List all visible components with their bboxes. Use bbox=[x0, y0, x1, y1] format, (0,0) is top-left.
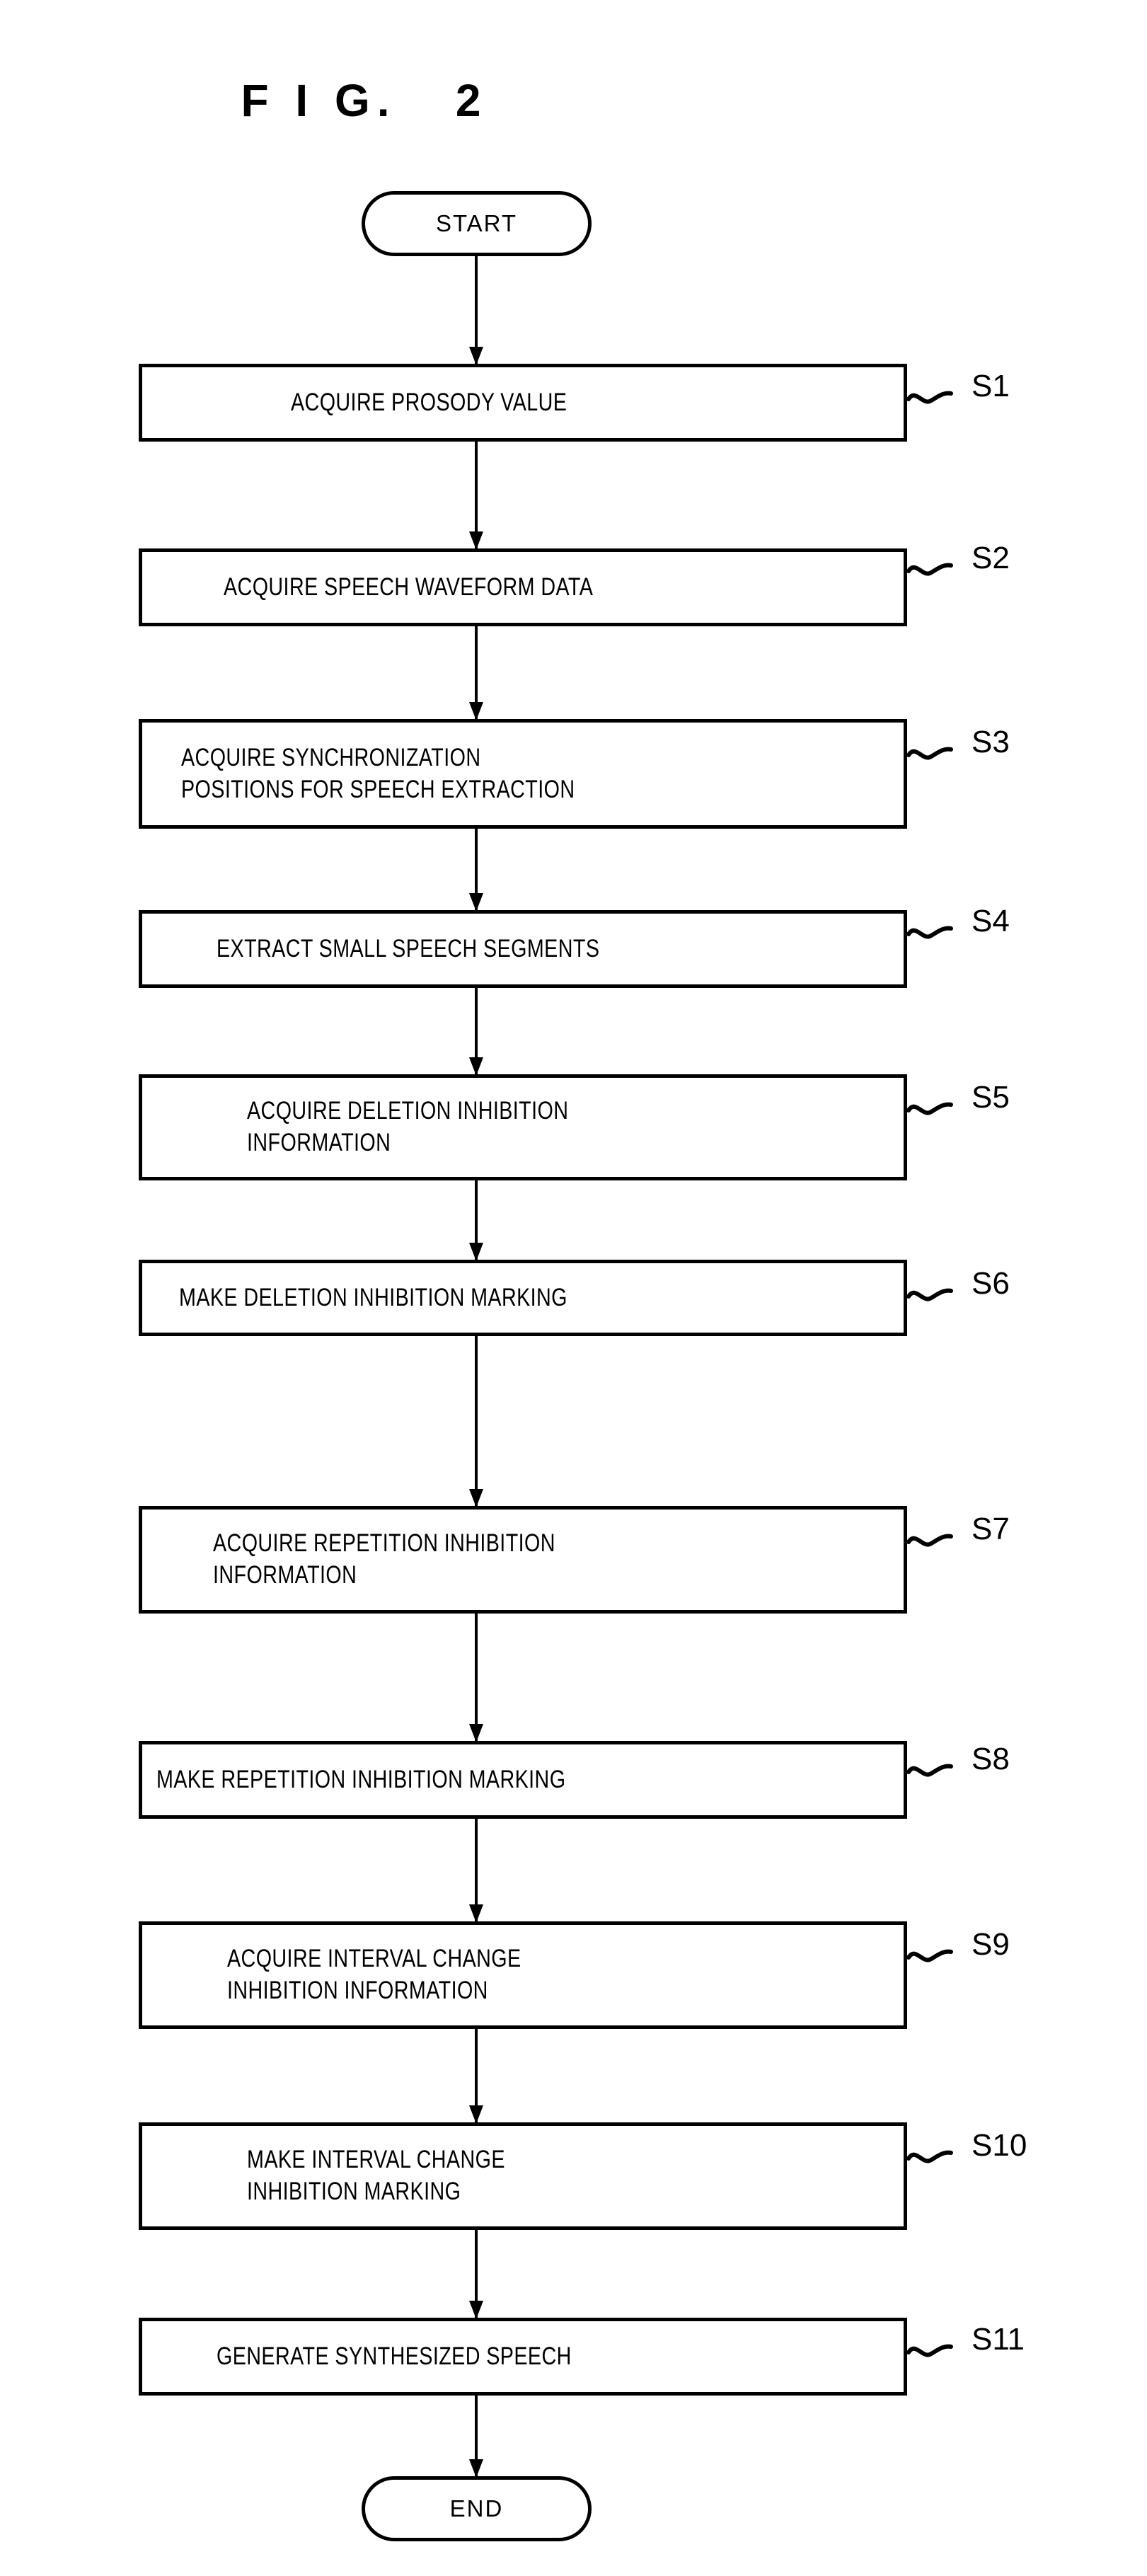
end-terminal: END bbox=[362, 2476, 592, 2541]
leader-squiggle-s5 bbox=[907, 1102, 953, 1115]
step-label-s5: S5 bbox=[972, 1080, 1010, 1115]
process-box-s5-line-2: INFORMATION bbox=[247, 1129, 391, 1156]
arrow-start-to-s1 bbox=[475, 256, 478, 364]
arrow-s3-to-s4 bbox=[475, 829, 478, 910]
process-box-s2-line-1: ACQUIRE SPEECH WAVEFORM DATA bbox=[224, 573, 594, 601]
leader-squiggle-s3 bbox=[907, 747, 953, 760]
process-box-s4: EXTRACT SMALL SPEECH SEGMENTS bbox=[139, 910, 907, 988]
leader-squiggle-s11 bbox=[907, 2344, 953, 2357]
arrow-s11-to-end bbox=[475, 2396, 478, 2476]
step-label-s10: S10 bbox=[972, 2128, 1027, 2163]
start-terminal: START bbox=[362, 191, 592, 256]
arrow-s5-to-s6 bbox=[475, 1180, 478, 1260]
flowchart: START ACQUIRE PROSODY VALUE S1 ACQUIRE S… bbox=[0, 0, 1147, 2576]
leader-squiggle-s7 bbox=[907, 1534, 953, 1547]
process-box-s7: ACQUIRE REPETITION INHIBITION INFORMATIO… bbox=[139, 1506, 907, 1614]
process-box-s2: ACQUIRE SPEECH WAVEFORM DATA bbox=[139, 548, 907, 626]
step-label-s8: S8 bbox=[972, 1742, 1010, 1776]
leader-squiggle-s2 bbox=[907, 563, 953, 576]
step-label-s6: S6 bbox=[972, 1266, 1010, 1301]
process-box-s3-line-1: ACQUIRE SYNCHRONIZATION bbox=[181, 743, 481, 771]
process-box-s9-line-2: INHIBITION INFORMATION bbox=[227, 1977, 488, 2004]
step-label-s9: S9 bbox=[972, 1927, 1010, 1962]
process-box-s7-line-1: ACQUIRE REPETITION INHIBITION bbox=[213, 1529, 555, 1558]
arrow-s2-to-s3 bbox=[475, 626, 478, 719]
arrow-s1-to-s2 bbox=[475, 442, 478, 548]
process-box-s10-line-1: MAKE INTERVAL CHANGE bbox=[247, 2146, 505, 2174]
process-box-s5: ACQUIRE DELETION INHIBITION INFORMATION bbox=[139, 1074, 907, 1180]
process-box-s6-line-1: MAKE DELETION INHIBITION MARKING bbox=[179, 1283, 567, 1311]
process-box-s4-line-1: EXTRACT SMALL SPEECH SEGMENTS bbox=[217, 934, 600, 962]
process-box-s1: ACQUIRE PROSODY VALUE bbox=[139, 364, 907, 442]
leader-squiggle-s10 bbox=[907, 2150, 953, 2163]
process-box-s8: MAKE REPETITION INHIBITION MARKING bbox=[139, 1741, 907, 1819]
process-box-s10-line-2: INHIBITION MARKING bbox=[247, 2178, 461, 2205]
step-label-s2: S2 bbox=[972, 541, 1010, 575]
process-box-s9: ACQUIRE INTERVAL CHANGE INHIBITION INFOR… bbox=[139, 1921, 907, 2029]
step-label-s11: S11 bbox=[972, 2322, 1025, 2357]
process-box-s3-line-2: POSITIONS FOR SPEECH EXTRACTION bbox=[181, 775, 575, 803]
process-box-s11: GENERATE SYNTHESIZED SPEECH bbox=[139, 2318, 907, 2396]
step-label-s7: S7 bbox=[972, 1512, 1010, 1546]
leader-squiggle-s8 bbox=[907, 1764, 953, 1777]
arrow-s7-to-s8 bbox=[475, 1614, 478, 1741]
process-box-s5-line-1: ACQUIRE DELETION INHIBITION bbox=[247, 1097, 569, 1125]
arrow-s8-to-s9 bbox=[475, 1819, 478, 1921]
process-box-s3: ACQUIRE SYNCHRONIZATION POSITIONS FOR SP… bbox=[139, 719, 907, 829]
process-box-s8-line-1: MAKE REPETITION INHIBITION MARKING bbox=[156, 1765, 566, 1793]
leader-squiggle-s9 bbox=[907, 1949, 953, 1962]
leader-squiggle-s1 bbox=[907, 391, 953, 404]
leader-squiggle-s4 bbox=[907, 926, 953, 939]
arrow-s10-to-s11 bbox=[475, 2230, 478, 2318]
arrow-s9-to-s10 bbox=[475, 2029, 478, 2122]
arrow-s4-to-s5 bbox=[475, 988, 478, 1074]
process-box-s7-line-2: INFORMATION bbox=[213, 1561, 357, 1589]
step-label-s3: S3 bbox=[972, 725, 1010, 759]
process-box-s11-line-1: GENERATE SYNTHESIZED SPEECH bbox=[217, 2342, 572, 2370]
process-box-s9-line-1: ACQUIRE INTERVAL CHANGE bbox=[227, 1945, 521, 1973]
step-label-s4: S4 bbox=[972, 904, 1010, 938]
start-terminal-label: START bbox=[435, 210, 518, 236]
arrow-s6-to-s7 bbox=[475, 1336, 478, 1506]
process-box-s6: MAKE DELETION INHIBITION MARKING bbox=[139, 1260, 907, 1336]
end-terminal-label: END bbox=[449, 2495, 504, 2522]
leader-squiggle-s6 bbox=[907, 1288, 953, 1301]
step-label-s1: S1 bbox=[972, 369, 1010, 403]
process-box-s10: MAKE INTERVAL CHANGE INHIBITION MARKING bbox=[139, 2122, 907, 2230]
process-box-s1-line-1: ACQUIRE PROSODY VALUE bbox=[291, 388, 567, 416]
